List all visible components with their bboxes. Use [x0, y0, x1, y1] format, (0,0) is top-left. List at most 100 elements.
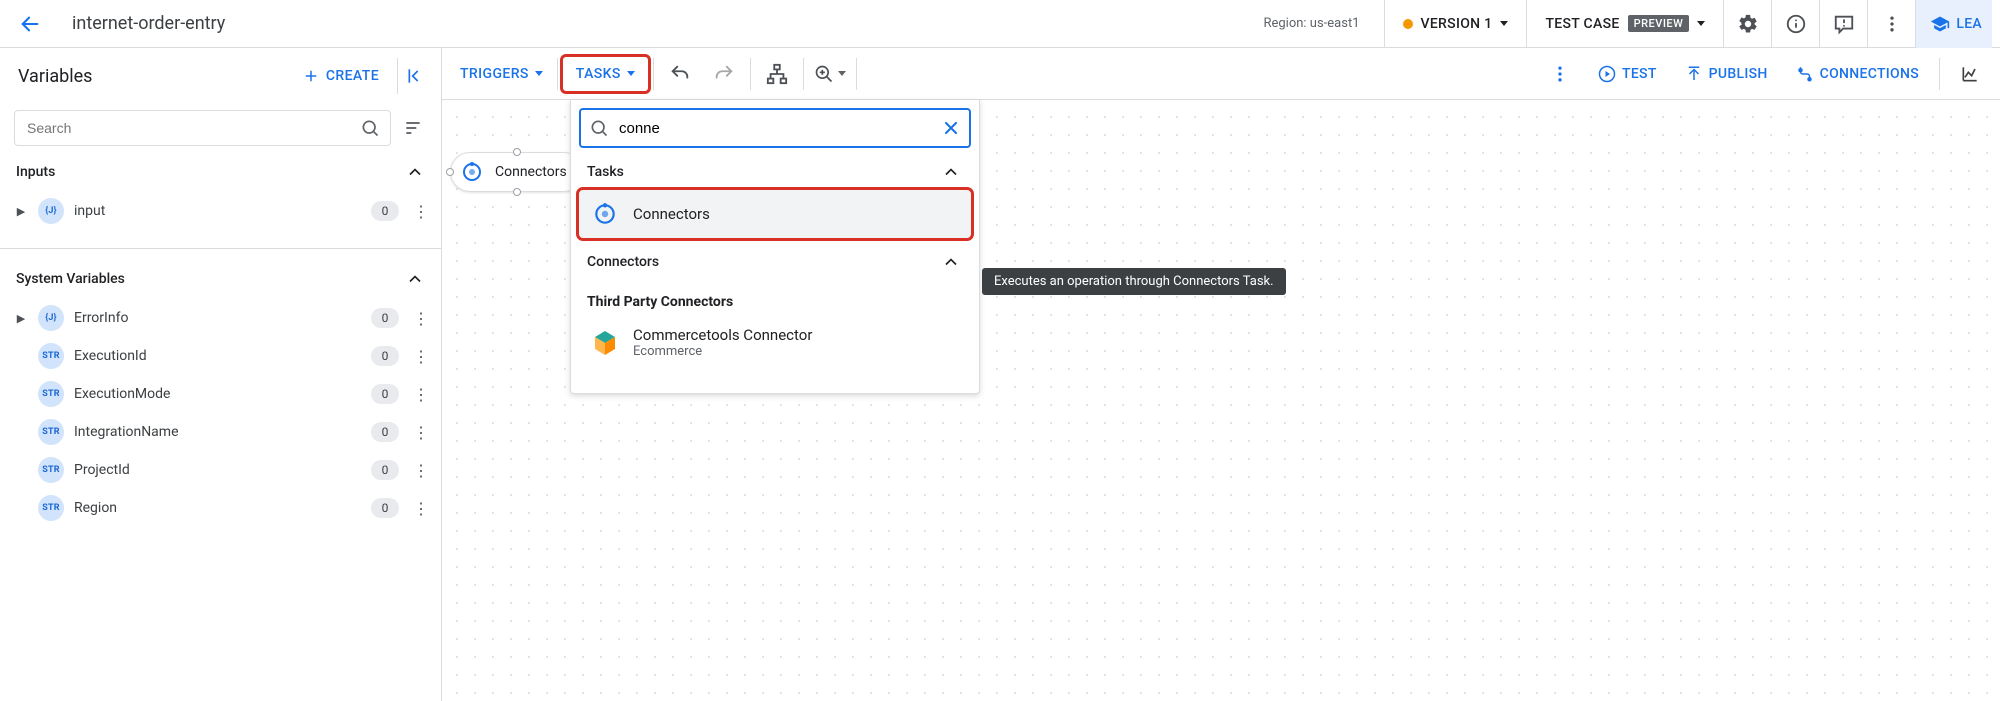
version-selector[interactable]: VERSION 1 [1384, 0, 1527, 48]
sysvar-row[interactable]: STR IntegrationName 0 ⋮ [0, 413, 441, 451]
settings-button[interactable] [1723, 0, 1771, 48]
task-item-title: Commercetools Connector [633, 326, 812, 344]
redo-button[interactable] [702, 56, 746, 92]
triggers-menu[interactable]: TRIGGERS [450, 60, 553, 88]
create-variable-button[interactable]: CREATE [292, 61, 389, 91]
gear-icon [1737, 13, 1759, 35]
metrics-button[interactable] [1948, 56, 1992, 92]
node-port[interactable] [513, 148, 521, 156]
third-party-subheading: Third Party Connectors [579, 280, 971, 316]
sysvar-row[interactable]: STR Region 0 ⋮ [0, 489, 441, 527]
collapse-left-icon [406, 66, 426, 86]
row-overflow-button[interactable]: ⋮ [409, 309, 433, 328]
caret-down-icon [627, 71, 635, 76]
test-button[interactable]: TEST [1586, 59, 1669, 89]
variable-search[interactable] [14, 110, 391, 146]
undo-button[interactable] [658, 56, 702, 92]
back-button[interactable] [12, 6, 48, 42]
task-item-connectors[interactable]: Connectors [579, 190, 971, 238]
chevron-up-icon [941, 162, 961, 182]
variables-heading: Variables [18, 66, 284, 87]
connectors-icon [591, 200, 619, 228]
chart-icon [1960, 64, 1980, 84]
sysvar-row[interactable]: STR ExecutionId 0 ⋮ [0, 337, 441, 375]
connectors-icon [459, 159, 485, 185]
zoom-menu[interactable] [808, 56, 852, 92]
sysvars-section-header[interactable]: System Variables [0, 259, 441, 299]
undo-icon [669, 63, 691, 85]
type-chip: {J} [38, 305, 64, 331]
info-button[interactable] [1771, 0, 1819, 48]
publish-icon [1685, 65, 1703, 83]
usage-count: 0 [371, 308, 399, 328]
node-port[interactable] [446, 168, 454, 176]
usage-count: 0 [371, 460, 399, 480]
type-chip: STR [38, 457, 64, 483]
feedback-button[interactable] [1819, 0, 1867, 48]
collapse-pane-button[interactable] [397, 58, 433, 94]
task-search[interactable] [579, 108, 971, 148]
search-icon [589, 118, 609, 138]
row-overflow-button[interactable]: ⋮ [409, 347, 433, 366]
expand-icon[interactable]: ▶ [14, 312, 28, 325]
chevron-up-icon [405, 269, 425, 289]
connections-button[interactable]: CONNECTIONS [1784, 59, 1931, 89]
info-icon [1785, 13, 1807, 35]
tasks-menu[interactable]: TASKS [562, 56, 649, 92]
sysvars-heading: System Variables [16, 271, 125, 287]
connectors-group-label: Connectors [587, 254, 659, 270]
search-icon [360, 118, 380, 138]
more-vert-icon [1550, 64, 1570, 84]
redo-icon [713, 63, 735, 85]
clear-icon[interactable] [941, 118, 961, 138]
canvas-area[interactable]: TRIGGERS TASKS [442, 48, 2000, 701]
inputs-heading: Inputs [16, 164, 55, 180]
connections-label: CONNECTIONS [1820, 66, 1919, 82]
expand-icon[interactable]: ▶ [14, 205, 28, 218]
tasks-group-header[interactable]: Tasks [579, 148, 971, 190]
sysvar-row[interactable]: STR ExecutionMode 0 ⋮ [0, 375, 441, 413]
sysvars-list: ▶ {J} ErrorInfo 0 ⋮ STR ExecutionId 0 ⋮ … [0, 299, 441, 527]
row-overflow-button[interactable]: ⋮ [409, 461, 433, 480]
task-item-commercetools[interactable]: Commercetools Connector Ecommerce [579, 316, 971, 369]
region-label: Region: us-east1 [1263, 16, 1359, 31]
row-overflow-button[interactable]: ⋮ [409, 385, 433, 404]
connectors-node[interactable]: Connectors [450, 152, 584, 192]
row-overflow-button[interactable]: ⋮ [409, 499, 433, 518]
testcase-label: TEST CASE [1545, 16, 1619, 32]
connectors-group-header[interactable]: Connectors [579, 238, 971, 280]
version-label: VERSION 1 [1421, 16, 1493, 32]
node-label: Connectors [495, 164, 567, 180]
zoom-icon [814, 64, 834, 84]
task-item-label: Connectors [633, 205, 710, 223]
sysvar-row[interactable]: ▶ {J} ErrorInfo 0 ⋮ [0, 299, 441, 337]
inputs-section-header[interactable]: Inputs [0, 152, 441, 192]
usage-count: 0 [371, 201, 399, 221]
tasks-dropdown: Tasks Connectors Connectors Third Party … [570, 100, 980, 394]
usage-count: 0 [371, 422, 399, 442]
connections-icon [1796, 65, 1814, 83]
canvas-overflow-button[interactable] [1538, 56, 1582, 92]
node-port[interactable] [513, 188, 521, 196]
app-bar: internet-order-entry Region: us-east1 VE… [0, 0, 2000, 48]
task-item-subtitle: Ecommerce [633, 344, 812, 359]
overflow-button[interactable] [1867, 0, 1915, 48]
type-chip: STR [38, 381, 64, 407]
input-variable-row[interactable]: ▶ {J} input 0 ⋮ [0, 192, 441, 230]
testcase-selector[interactable]: TEST CASE PREVIEW [1526, 0, 1723, 48]
variable-name: Region [74, 500, 361, 516]
caret-down-icon [1500, 21, 1508, 26]
variable-search-input[interactable] [25, 119, 360, 137]
variable-name: ExecutionId [74, 348, 361, 364]
row-overflow-button[interactable]: ⋮ [409, 202, 433, 221]
learn-button[interactable]: LEA [1915, 0, 1992, 48]
usage-count: 0 [371, 346, 399, 366]
sysvar-row[interactable]: STR ProjectId 0 ⋮ [0, 451, 441, 489]
auto-layout-button[interactable] [755, 56, 799, 92]
graduation-cap-icon [1930, 14, 1950, 34]
task-search-input[interactable] [617, 119, 933, 138]
row-overflow-button[interactable]: ⋮ [409, 423, 433, 442]
publish-button[interactable]: PUBLISH [1673, 59, 1780, 89]
canvas-toolbar: TRIGGERS TASKS [442, 48, 2000, 100]
sort-button[interactable] [399, 114, 427, 142]
